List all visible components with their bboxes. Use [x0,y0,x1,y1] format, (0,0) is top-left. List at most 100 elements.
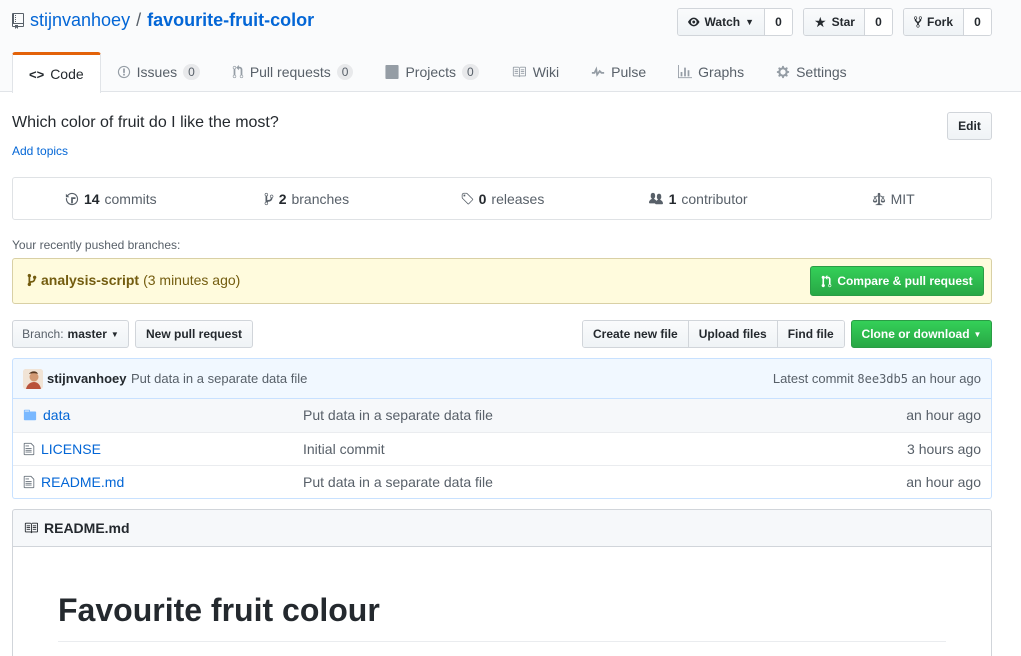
caret-down-icon: ▼ [973,329,982,339]
caret-down-icon: ▼ [110,329,119,339]
tab-code[interactable]: <> Code [12,52,101,93]
file-name: README.md [41,474,125,490]
graph-icon [678,65,693,79]
tab-projects-label: Projects [405,64,457,80]
pull-requests-counter: 0 [336,64,354,80]
file-commit-message[interactable]: Put data in a separate data file [303,474,493,490]
tab-pulse-label: Pulse [611,64,647,80]
branch-icon [27,273,37,287]
tag-icon [461,192,473,204]
file-commit-message[interactable]: Initial commit [303,441,385,457]
contributors-link[interactable]: 1 contributor [600,178,796,219]
star-button[interactable]: ★ Star [804,9,865,35]
book-icon [24,522,38,534]
contributors-count: 1 [668,190,677,207]
fork-label: Fork [926,15,953,29]
branch-select-button[interactable]: Branch: master ▼ [12,320,129,348]
readme-body: Favourite fruit colour [12,546,992,656]
file-link[interactable]: data [23,407,70,423]
readme-divider [58,641,946,642]
tab-settings-label: Settings [796,64,847,80]
gear-icon [776,65,790,79]
fork-group: Fork 0 [903,8,992,36]
tab-issues[interactable]: Issues 0 [101,52,216,92]
create-new-file-button[interactable]: Create new file [583,321,689,347]
star-label: Star [831,15,855,29]
commits-link[interactable]: 14 commits [13,178,209,219]
tab-pull-requests[interactable]: Pull requests 0 [216,52,370,92]
license-link[interactable]: MIT [795,178,991,219]
fork-button[interactable]: Fork [904,9,964,35]
project-icon [385,65,399,79]
branches-link[interactable]: 2 branches [209,178,405,219]
tab-wiki-label: Wiki [532,64,560,80]
upload-files-button[interactable]: Upload files [688,321,778,347]
readme-header: README.md [12,509,992,547]
repo-description: Which color of fruit do I like the most? [12,114,279,131]
latest-commit-prefix: Latest commit [772,371,854,386]
commit-sha-link[interactable]: 8ee3db5 [857,372,908,386]
file-commit-message[interactable]: Put data in a separate data file [303,407,493,423]
caret-down-icon: ▼ [745,17,754,27]
tab-issues-label: Issues [136,64,178,80]
watch-button[interactable]: Watch ▼ [678,9,765,35]
repo-separator: / [136,10,142,30]
branch-select-value: master [67,327,107,341]
edit-description-button[interactable]: Edit [947,112,992,140]
tab-projects[interactable]: Projects 0 [369,52,494,92]
fork-count[interactable]: 0 [964,9,991,35]
clone-download-button[interactable]: Clone or download ▼ [851,320,992,348]
find-file-button[interactable]: Find file [777,321,844,347]
table-row: data Put data in a separate data file an… [13,399,991,432]
people-icon [648,192,663,204]
latest-commit-info: Latest commit 8ee3db5 an hour ago [773,371,981,386]
tab-graphs[interactable]: Graphs [662,52,760,92]
compare-pull-request-label: Compare & pull request [837,274,973,288]
tab-wiki[interactable]: Wiki [495,52,575,92]
add-topics-link[interactable]: Add topics [12,144,68,158]
branch-select-prefix: Branch: [22,327,64,341]
file-actions-group: Create new file Upload files Find file [582,320,845,348]
file-icon [23,442,35,456]
recent-branch-info: analysis-script (3 minutes ago) [27,272,240,288]
numbers-summary: 14 commits 2 branches 0 releases 1 contr… [12,177,992,220]
table-row: LICENSE Initial commit 3 hours ago [13,432,991,465]
recent-branches-label: Your recently pushed branches: [12,238,181,252]
repo-owner-link[interactable]: stijnvanhoey [30,10,130,31]
tab-code-label: Code [50,66,84,82]
releases-count: 0 [478,190,487,207]
compare-pull-request-button[interactable]: Compare & pull request [810,266,984,296]
repo-icon [12,12,24,29]
book-icon [512,66,526,78]
tab-pulse[interactable]: Pulse [575,52,662,92]
repo-nav-tabs: <> Code Issues 0 Pull requests 0 Project… [12,52,863,93]
branches-label: branches [291,190,350,207]
tab-graphs-label: Graphs [698,64,745,80]
contributors-label: contributor [681,190,748,207]
readme-filename: README.md [44,520,130,536]
file-link[interactable]: LICENSE [23,441,101,457]
commit-message-link[interactable]: Put data in a separate data file [131,371,307,386]
recent-branch-time: (3 minutes ago) [143,272,241,288]
history-icon [65,192,79,205]
watch-count[interactable]: 0 [765,9,792,35]
recent-branch-banner: analysis-script (3 minutes ago) Compare … [12,258,992,304]
tab-settings[interactable]: Settings [760,52,863,92]
releases-link[interactable]: 0 releases [404,178,600,219]
clone-download-label: Clone or download [861,327,970,341]
issue-icon [117,65,130,79]
code-icon: <> [29,66,45,82]
branches-count: 2 [278,190,287,207]
file-name: LICENSE [41,441,101,457]
file-link[interactable]: README.md [23,474,124,490]
new-pull-request-button[interactable]: New pull request [135,320,253,348]
commit-author-link[interactable]: stijnvanhoey [47,371,126,386]
recent-branch-name[interactable]: analysis-script [41,272,139,288]
file-age: an hour ago [906,474,981,490]
avatar[interactable] [23,369,43,389]
repo-title: stijnvanhoey / favourite-fruit-color [12,10,314,31]
star-count[interactable]: 0 [865,9,892,35]
repo-name-link[interactable]: favourite-fruit-color [147,10,314,31]
fork-icon [914,16,922,28]
pulse-icon [592,66,605,77]
